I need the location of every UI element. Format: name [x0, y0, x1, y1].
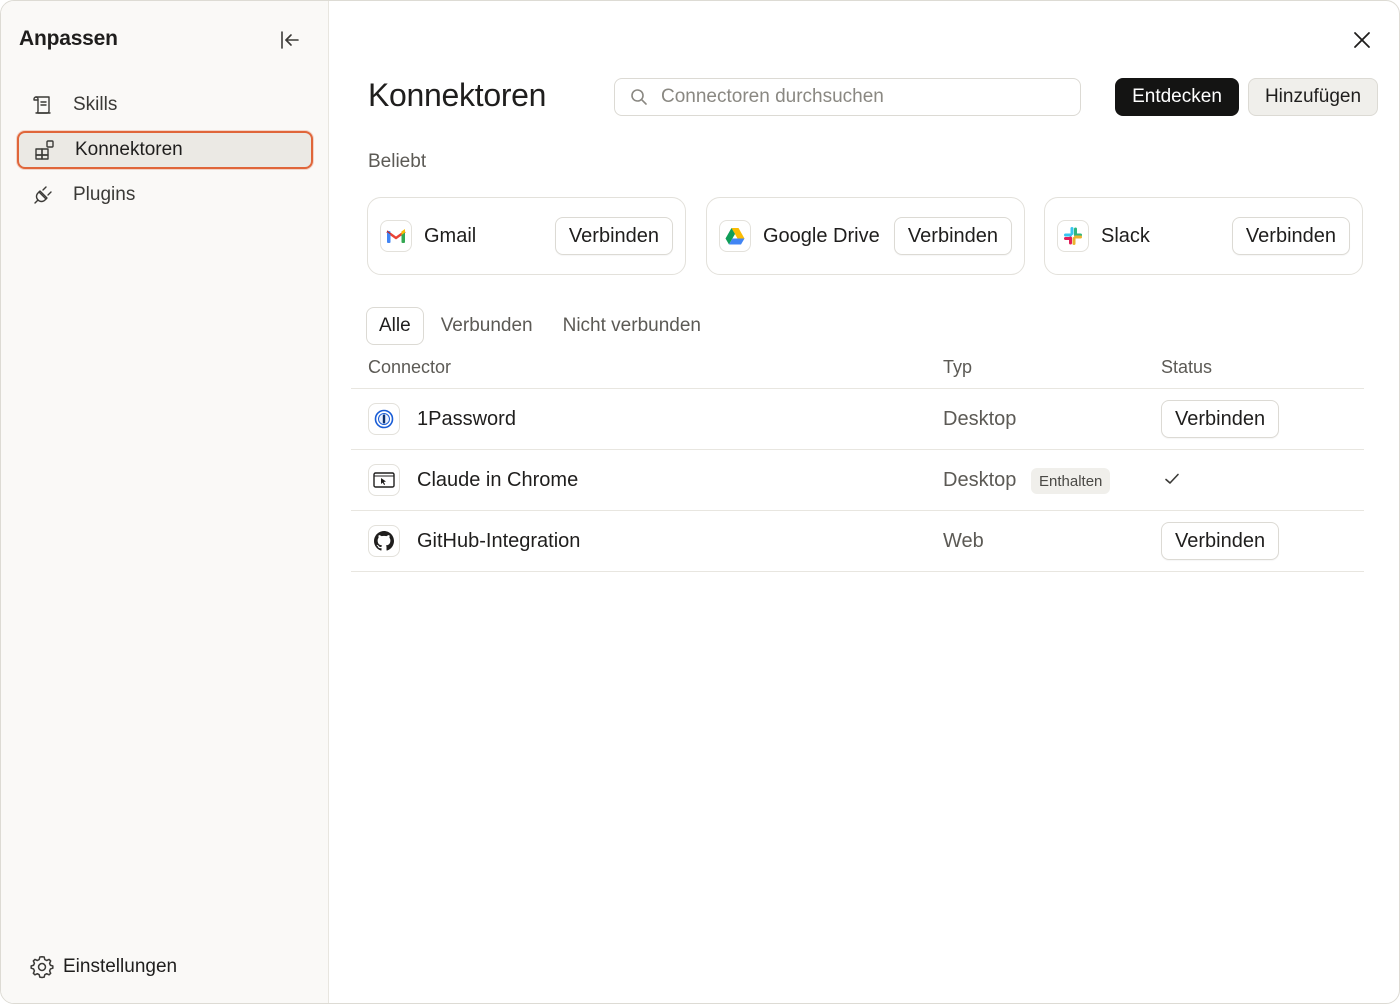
sidebar-item-label: Skills [73, 94, 118, 115]
tab-alle[interactable]: Alle [366, 307, 424, 345]
connect-github-button[interactable]: Verbinden [1161, 522, 1280, 560]
sidebar: Anpassen Skills Konnektoren Plugins Eins… [1, 1, 329, 1003]
table-row: 1Password Desktop Verbinden [351, 389, 1364, 450]
customize-window: Anpassen Skills Konnektoren Plugins Eins… [0, 0, 1400, 1004]
sidebar-title: Anpassen [19, 27, 118, 50]
sidebar-item-label: Konnektoren [75, 139, 183, 160]
connector-type: Web [943, 530, 984, 552]
connector-type: Desktop [943, 408, 1017, 430]
slack-icon [1057, 220, 1089, 252]
checkmark-icon [1163, 470, 1181, 493]
tab-verbunden[interactable]: Verbunden [428, 307, 546, 345]
filter-tabs: Alle Verbunden Nicht verbunden [366, 307, 714, 345]
popular-card-gmail: Gmail Verbinden [367, 197, 686, 275]
column-header-status: Status [1161, 357, 1213, 377]
connector-type: Desktop [943, 469, 1017, 491]
google-drive-icon [719, 220, 751, 252]
page-title: Konnektoren [368, 77, 547, 113]
connector-name: 1Password [417, 408, 516, 430]
plug-icon [31, 183, 55, 207]
settings-label: Einstellungen [63, 956, 178, 977]
close-button[interactable] [1347, 25, 1377, 55]
connect-slack-button[interactable]: Verbinden [1231, 217, 1350, 255]
connect-google-drive-button[interactable]: Verbinden [893, 217, 1012, 255]
table-row: Claude in Chrome Desktop Enthalten [351, 450, 1364, 511]
connectors-icon [33, 138, 57, 162]
table-header: Connector Typ Status [351, 347, 1364, 389]
collapse-sidebar-button[interactable] [275, 25, 305, 55]
popular-card-slack: Slack Verbinden [1044, 197, 1363, 275]
connectors-table: Connector Typ Status 1Password Desktop V… [351, 347, 1364, 572]
tab-nicht-verbunden[interactable]: Nicht verbunden [550, 307, 714, 345]
collapse-sidebar-icon [281, 31, 299, 49]
table-row: GitHub-Integration Web Verbinden [351, 511, 1364, 572]
github-icon [368, 525, 400, 557]
search-icon [629, 87, 649, 107]
card-name: Slack [1101, 224, 1150, 247]
add-button[interactable]: Hinzufügen [1248, 78, 1378, 116]
close-icon [1354, 32, 1370, 48]
chrome-extension-icon [368, 464, 400, 496]
scroll-icon [31, 93, 55, 117]
connect-1password-button[interactable]: Verbinden [1161, 400, 1280, 438]
discover-button[interactable]: Entdecken [1115, 78, 1239, 116]
settings-button[interactable]: Einstellungen [29, 951, 177, 983]
gear-icon [30, 955, 54, 979]
card-name: Google Drive [763, 224, 880, 247]
gmail-icon [380, 220, 412, 252]
popular-card-google-drive: Google Drive Verbinden [706, 197, 1025, 275]
popular-section-label: Beliebt [368, 151, 427, 172]
card-name: Gmail [424, 224, 477, 247]
connector-name: GitHub-Integration [417, 530, 581, 552]
column-header-type: Typ [943, 357, 973, 377]
search-input[interactable] [661, 86, 1061, 108]
connector-name: Claude in Chrome [417, 469, 579, 491]
sidebar-item-skills[interactable]: Skills [17, 86, 313, 124]
search-box[interactable] [614, 78, 1081, 116]
sidebar-item-label: Plugins [73, 184, 136, 205]
column-header-connector: Connector [368, 357, 452, 377]
sidebar-item-konnektoren[interactable]: Konnektoren [17, 131, 313, 169]
included-badge: Enthalten [1031, 468, 1111, 494]
connect-gmail-button[interactable]: Verbinden [554, 217, 673, 255]
sidebar-item-plugins[interactable]: Plugins [17, 176, 313, 214]
1password-icon [368, 403, 400, 435]
